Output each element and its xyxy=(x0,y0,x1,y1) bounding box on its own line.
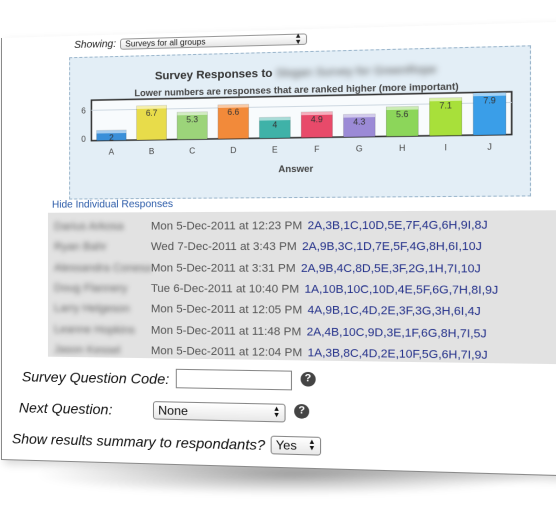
select-arrows-icon: ▲ ▼ xyxy=(294,31,302,46)
response-date: Wed 7-Dec-2011 at 3:43 PM xyxy=(150,240,297,254)
response-answers: 1A,10B,10C,10D,4E,5F,6G,7H,8I,9J xyxy=(304,283,499,297)
showing-label: Showing: xyxy=(74,38,117,52)
help-icon[interactable]: ? xyxy=(300,371,316,387)
y-tick-label: 6 xyxy=(81,106,86,115)
results-summary-row: Show results summary to respondants? Yes… xyxy=(11,429,321,456)
response-answers: 2A,9B,3C,1D,7E,5F,4G,8H,6I,10J xyxy=(302,240,482,254)
x-tick-label: I xyxy=(444,143,446,153)
response-answers: 2A,3B,1C,10D,5E,7F,4G,6H,9I,8J xyxy=(307,219,488,233)
bar-value-label: 2 xyxy=(109,133,114,142)
response-row: Alessandra Conesa Mon 5-Dec-2011 at 3:31 … xyxy=(48,258,556,280)
response-date: Mon 5-Dec-2011 at 12:04 PM xyxy=(150,344,303,360)
respondent-name: Doug Flannery xyxy=(53,282,128,295)
individual-responses: Darius Arkosa Mon 5-Dec-2011 at 12:23 PM 2… xyxy=(47,210,556,365)
group-filter-select[interactable]: Surveys for all groups ▲ ▼ xyxy=(120,31,308,50)
hide-individual-responses-link[interactable]: Hide Individual Responses xyxy=(52,199,173,211)
response-answers: 2A,9B,4C,8D,5E,3F,2G,1H,7I,10J xyxy=(301,262,481,276)
x-tick-label: G xyxy=(356,144,363,154)
x-axis-label: Answer xyxy=(278,163,313,174)
x-tick-label: E xyxy=(272,145,278,154)
response-row: Darius Arkosa Mon 5-Dec-2011 at 12:23 PM 2… xyxy=(48,215,556,237)
respondent-name: Ryan Bahr xyxy=(53,241,107,254)
survey-panel: Showing: Surveys for all groups ▲ ▼ Surve… xyxy=(1,20,556,478)
next-question-row: Next Question: None ▲ ▼ ? xyxy=(18,398,310,423)
response-answers: 2A,4B,10C,9D,3E,1F,6G,8H,7I,5J xyxy=(306,325,487,341)
bar-value-label: 5.6 xyxy=(396,110,409,120)
results-summary-label: Show results summary to respondants? xyxy=(11,430,266,454)
bar-value-label: 4.3 xyxy=(353,117,366,127)
help-icon[interactable]: ? xyxy=(294,403,310,419)
x-tick-label: H xyxy=(399,143,406,153)
select-arrows-icon: ▲ ▼ xyxy=(308,438,316,453)
bar-value-label: 7.9 xyxy=(483,96,496,106)
next-question-value: None xyxy=(158,403,188,419)
survey-question-code-row: Survey Question Code: ? xyxy=(22,366,316,391)
bar-value-label: 6.6 xyxy=(227,108,239,118)
survey-question-code-label: Survey Question Code: xyxy=(21,367,170,387)
respondent-name: Alessandra Conesa xyxy=(53,261,151,275)
select-arrows-icon: ▲ ▼ xyxy=(272,405,281,420)
results-summary-value: Yes xyxy=(275,437,297,453)
showing-filter: Showing: Surveys for all groups ▲ ▼ xyxy=(74,31,308,52)
group-filter-value: Surveys for all groups xyxy=(125,37,206,49)
respondent-name: Jason Kessel xyxy=(53,343,121,357)
response-date: Tue 6-Dec-2011 at 10:40 PM xyxy=(150,282,300,296)
response-answers: 1A,3B,8C,4D,2E,10F,5G,6H,7I,9J xyxy=(307,346,488,362)
response-row: Ryan Bahr Wed 7-Dec-2011 at 3:43 PM 2A,9B,… xyxy=(48,236,556,258)
x-tick-label: J xyxy=(487,142,492,152)
y-tick-label: 0 xyxy=(81,135,86,144)
x-tick-label: A xyxy=(109,147,115,156)
bar-chart: 6 0 2 A 6.7 B 5.3 C 6.6 D 4 E 4.9 F 4.3 G 5.6 H 7.1 I 7.9 J An… xyxy=(81,46,532,174)
x-tick-label: B xyxy=(149,147,155,156)
next-question-label: Next Question: xyxy=(18,399,113,418)
bar-value-label: 4.9 xyxy=(311,115,324,125)
response-date: Mon 5-Dec-2011 at 11:48 PM xyxy=(150,324,302,339)
survey-question-code-input[interactable] xyxy=(175,368,292,391)
response-answers: 4A,9B,1C,4D,2E,3F,3G,3H,6I,4J xyxy=(307,304,481,319)
bar-value-label: 6.7 xyxy=(146,109,158,118)
respondent-name: Larry Helgeson xyxy=(53,302,130,316)
response-date: Mon 5-Dec-2011 at 12:23 PM xyxy=(150,219,303,233)
bar-value-label: 7.1 xyxy=(439,101,452,111)
bar-value-label: 5.3 xyxy=(186,115,198,124)
results-summary-select[interactable]: Yes ▲ ▼ xyxy=(270,435,321,456)
chart-area: Survey Responses to Slogan Survey for Gr… xyxy=(69,45,532,200)
respondent-name: Leanne Hopkins xyxy=(53,323,135,337)
bar-value-label: 4 xyxy=(272,120,277,129)
x-tick-label: D xyxy=(230,146,236,155)
response-date: Mon 5-Dec-2011 at 12:05 PM xyxy=(150,303,303,317)
respondent-name: Darius Arkosa xyxy=(53,220,124,233)
response-date: Mon 5-Dec-2011 at 3:31 PM xyxy=(150,261,296,275)
next-question-select[interactable]: None ▲ ▼ xyxy=(152,401,286,423)
x-tick-label: C xyxy=(189,146,195,155)
x-tick-label: F xyxy=(314,145,319,154)
